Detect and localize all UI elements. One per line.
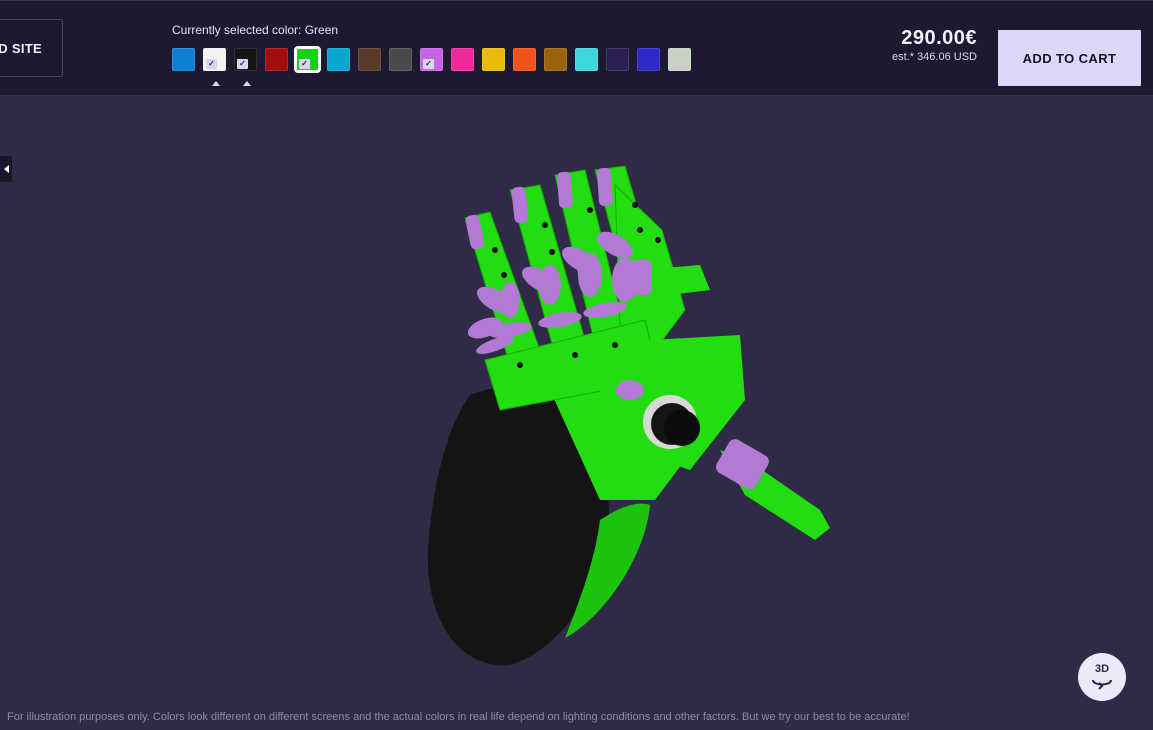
back-to-site-button[interactable]: D SITE [0,19,63,77]
swatch-dark-gray[interactable] [389,48,412,71]
swatch-ochre[interactable] [544,48,567,71]
color-swatch-list: ✓ ✓ ✓ ✓ [172,46,691,73]
top-bar: D SITE Currently selected color: Green ✓… [0,0,1153,95]
swatch-black[interactable]: ✓ [234,48,257,71]
swatch-glow[interactable] [637,48,660,71]
swatch-yellow[interactable] [482,48,505,71]
thumb-pad-small [616,380,644,400]
swatch-white[interactable]: ✓ [203,48,226,71]
swatch-galaxy[interactable] [606,48,629,71]
3d-view-badge[interactable]: 3D [1078,653,1126,701]
check-icon: ✓ [423,59,434,69]
swatch-lilac[interactable]: ✓ [420,48,443,71]
price-box: 290.00€ est.* 346.06 USD [892,27,977,63]
knuckle-pad [630,260,652,295]
check-icon: ✓ [206,59,217,69]
swatch-silk[interactable] [668,48,691,71]
swatch-orange[interactable] [513,48,536,71]
chevron-left-icon [3,165,9,173]
swatch-dark-red[interactable] [265,48,288,71]
selected-color-label: Currently selected color: Green [172,23,339,37]
swatch-cyan-blue[interactable] [327,48,350,71]
swatch-green[interactable]: ✓ [294,46,321,73]
usd-estimate: est.* 346.06 USD [892,51,977,63]
check-icon: ✓ [299,59,310,69]
black-selected-marker [243,81,251,86]
dial-core [664,410,700,446]
swatch-pink[interactable] [451,48,474,71]
swatch-brown-speckled[interactable] [358,48,381,71]
check-icon: ✓ [237,59,248,69]
swatch-blue[interactable] [172,48,195,71]
disclaimer-text: For illustration purposes only. Colors l… [7,711,910,723]
sidebar-toggle-button[interactable] [0,156,12,182]
white-selected-marker [212,81,220,86]
3d-label: 3D [1094,663,1110,675]
swatch-turquoise[interactable] [575,48,598,71]
add-to-cart-button[interactable]: ADD TO CART [998,30,1141,86]
hand-model-viewer[interactable] [400,150,860,680]
rotate-icon [1092,679,1112,690]
price: 290.00€ [901,27,977,49]
